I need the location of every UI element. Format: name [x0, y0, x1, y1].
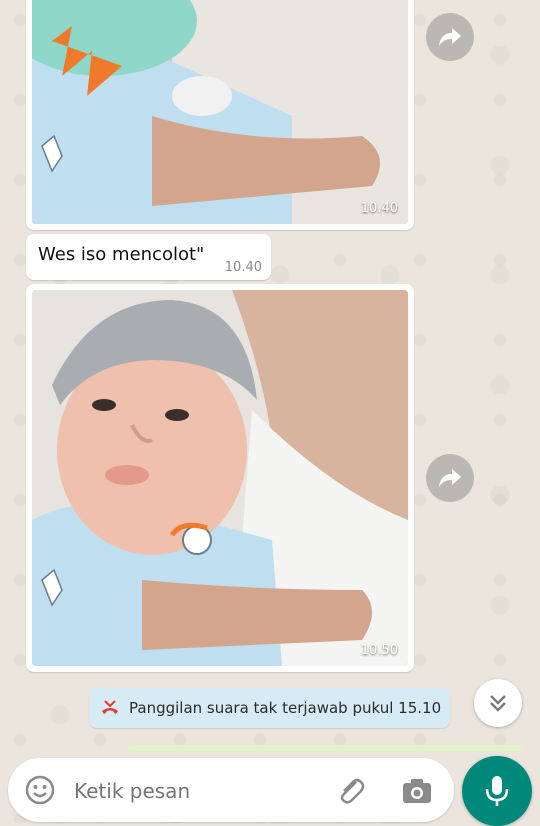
baby-photo-top — [32, 0, 408, 224]
missed-call-notice[interactable]: Panggilan suara tak terjawab pukul 15.10 — [89, 688, 450, 728]
loading-bar — [127, 745, 523, 751]
message-input[interactable] — [72, 778, 316, 804]
text-message[interactable]: Wes iso mencolot" 10.40 — [26, 234, 271, 280]
missed-call-text: Panggilan suara tak terjawab pukul 15.10 — [129, 699, 442, 717]
message-time: 10.40 — [360, 201, 398, 216]
forward-button[interactable] — [426, 454, 474, 502]
message-time: 10.50 — [360, 643, 398, 658]
image-message[interactable]: 10.40 — [26, 0, 414, 230]
attach-icon[interactable] — [334, 774, 368, 808]
double-chevron-down-icon — [490, 695, 506, 712]
camera-icon[interactable] — [400, 774, 434, 808]
message-photo[interactable]: 10.50 — [32, 290, 408, 666]
forward-button[interactable] — [426, 13, 474, 61]
message-photo[interactable]: 10.40 — [32, 0, 408, 224]
mic-icon — [485, 776, 509, 806]
voice-record-button[interactable] — [462, 756, 532, 826]
baby-photo — [32, 290, 408, 666]
message-composer — [8, 758, 454, 822]
message-time: 10.40 — [224, 260, 262, 275]
forward-icon — [439, 28, 461, 46]
emoji-icon[interactable] — [24, 774, 56, 806]
message-text: Wes iso mencolot" — [38, 244, 205, 265]
forward-icon — [439, 469, 461, 487]
missed-call-icon — [99, 699, 121, 717]
image-message[interactable]: 10.50 — [26, 284, 414, 672]
scroll-to-bottom-button[interactable] — [474, 679, 522, 727]
